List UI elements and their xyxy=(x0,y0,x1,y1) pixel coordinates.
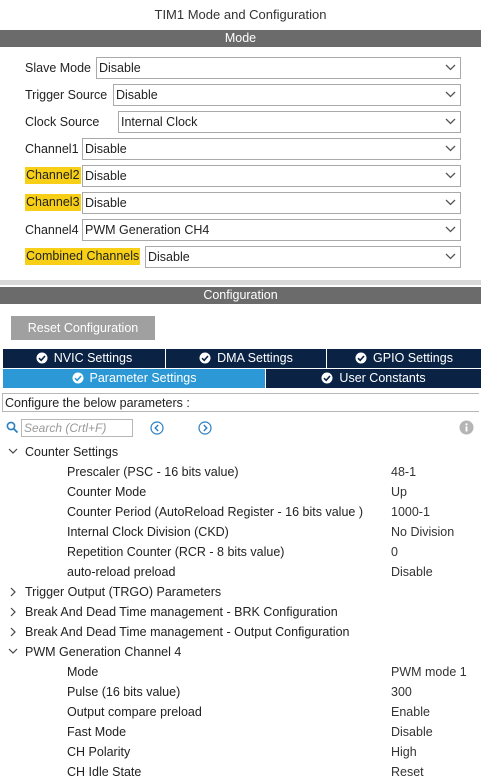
param-name: Prescaler (PSC - 16 bits value) xyxy=(67,465,239,479)
tab-label: DMA Settings xyxy=(217,351,293,365)
field-label: Clock Source xyxy=(25,115,100,129)
param-name: Repetition Counter (RCR - 8 bits value) xyxy=(67,545,285,559)
reset-configuration-button[interactable]: Reset Configuration xyxy=(11,316,155,340)
chevron-down-icon xyxy=(445,199,456,206)
chevron-down-icon xyxy=(445,118,456,125)
param-value[interactable]: 48-1 xyxy=(391,462,416,482)
param-value[interactable]: Disable xyxy=(391,722,433,742)
tab-nvic-settings[interactable]: NVIC Settings xyxy=(3,349,165,368)
search-input[interactable]: Search (Crtl+F) xyxy=(21,419,133,437)
mode-section-header: Mode xyxy=(0,30,481,47)
channel2-select[interactable]: Disable xyxy=(82,165,461,187)
param-name: Counter Mode xyxy=(67,485,147,499)
select-value: Disable xyxy=(148,250,190,264)
param-value[interactable]: Enable xyxy=(391,702,430,722)
parameters-description: Configure the below parameters : xyxy=(2,393,479,412)
field-label: Channel4 xyxy=(25,223,79,237)
window-title: TIM1 Mode and Configuration xyxy=(154,7,327,22)
param-name: CH Polarity xyxy=(67,745,131,759)
select-value: PWM Generation CH4 xyxy=(85,223,210,237)
info-icon[interactable] xyxy=(459,420,474,435)
tab-label: Parameter Settings xyxy=(89,371,197,385)
param-value[interactable]: 0 xyxy=(391,542,398,562)
param-name: auto-reload preload xyxy=(67,565,176,579)
select-value: Disable xyxy=(85,142,127,156)
expand-icon[interactable] xyxy=(10,607,17,617)
chevron-down-icon xyxy=(445,226,456,233)
param-name: Fast Mode xyxy=(67,725,127,739)
tree-group-brk-configuration[interactable]: Break And Dead Time management - BRK Con… xyxy=(25,602,338,622)
param-name: Output compare preload xyxy=(67,705,202,719)
select-value: Disable xyxy=(99,61,141,75)
expand-icon[interactable] xyxy=(10,627,17,637)
param-value[interactable]: Disable xyxy=(391,562,433,582)
combined-channels-select[interactable]: Disable xyxy=(145,246,461,268)
tree-group-pwm-channel4[interactable]: PWM Generation Channel 4 xyxy=(25,642,181,662)
tab-user-constants[interactable]: User Constants xyxy=(266,369,481,388)
search-icon xyxy=(6,421,19,434)
check-circle-icon xyxy=(36,352,48,364)
tab-label: User Constants xyxy=(339,371,426,385)
tree-group-counter-settings[interactable]: Counter Settings xyxy=(25,442,118,462)
chevron-down-icon xyxy=(445,91,456,98)
collapse-icon[interactable] xyxy=(8,648,18,655)
expand-icon[interactable] xyxy=(10,587,17,597)
tab-dma-settings[interactable]: DMA Settings xyxy=(166,349,326,368)
tab-label: NVIC Settings xyxy=(53,351,133,365)
select-value: Disable xyxy=(85,169,127,183)
param-name: Pulse (16 bits value) xyxy=(67,685,181,699)
tab-gpio-settings[interactable]: GPIO Settings xyxy=(327,349,481,368)
param-value[interactable]: Reset xyxy=(391,762,424,782)
param-value[interactable]: No Division xyxy=(391,522,454,542)
clock-source-select[interactable]: Internal Clock xyxy=(118,111,461,133)
field-label: Trigger Source xyxy=(25,88,108,102)
slave-mode-select[interactable]: Disable xyxy=(96,57,461,79)
select-value: Disable xyxy=(85,196,127,210)
param-name: Internal Clock Division (CKD) xyxy=(67,525,229,539)
field-label: Combined Channels xyxy=(25,248,141,265)
section-divider xyxy=(0,280,481,285)
channel1-select[interactable]: Disable xyxy=(82,138,461,160)
chevron-down-icon xyxy=(445,64,456,71)
param-name: Mode xyxy=(67,665,99,679)
trigger-source-select[interactable]: Disable xyxy=(113,84,461,106)
param-value[interactable]: 1000-1 xyxy=(391,502,430,522)
param-name: Counter Period (AutoReload Register - 16… xyxy=(67,505,363,519)
chevron-down-icon xyxy=(445,253,456,260)
param-value[interactable]: 300 xyxy=(391,682,412,702)
arrow-left-circle-icon[interactable] xyxy=(150,421,164,435)
tree-group-output-configuration[interactable]: Break And Dead Time management - Output … xyxy=(25,622,350,642)
collapse-icon[interactable] xyxy=(8,448,18,455)
arrow-right-circle-icon[interactable] xyxy=(198,421,212,435)
check-circle-icon xyxy=(321,372,333,384)
field-label: Slave Mode xyxy=(25,61,92,75)
field-label: Channel1 xyxy=(25,142,79,156)
tab-label: GPIO Settings xyxy=(373,351,453,365)
check-circle-icon xyxy=(355,352,367,364)
check-circle-icon xyxy=(72,372,83,384)
check-circle-icon xyxy=(199,352,211,364)
channel4-select[interactable]: PWM Generation CH4 xyxy=(82,219,461,241)
select-value: Internal Clock xyxy=(121,115,198,129)
channel3-select[interactable]: Disable xyxy=(82,192,461,214)
field-label: Channel2 xyxy=(25,167,81,184)
chevron-down-icon xyxy=(445,145,456,152)
param-name: CH Idle State xyxy=(67,765,142,779)
param-value[interactable]: Up xyxy=(391,482,407,502)
tree-group-trgo-parameters[interactable]: Trigger Output (TRGO) Parameters xyxy=(25,582,221,602)
field-label: Channel3 xyxy=(25,194,81,211)
param-value[interactable]: PWM mode 1 xyxy=(391,662,467,682)
configuration-section-header: Configuration xyxy=(0,287,481,304)
param-value[interactable]: High xyxy=(391,742,417,762)
tab-parameter-settings[interactable]: Parameter Settings xyxy=(3,369,265,388)
select-value: Disable xyxy=(116,88,158,102)
chevron-down-icon xyxy=(445,172,456,179)
